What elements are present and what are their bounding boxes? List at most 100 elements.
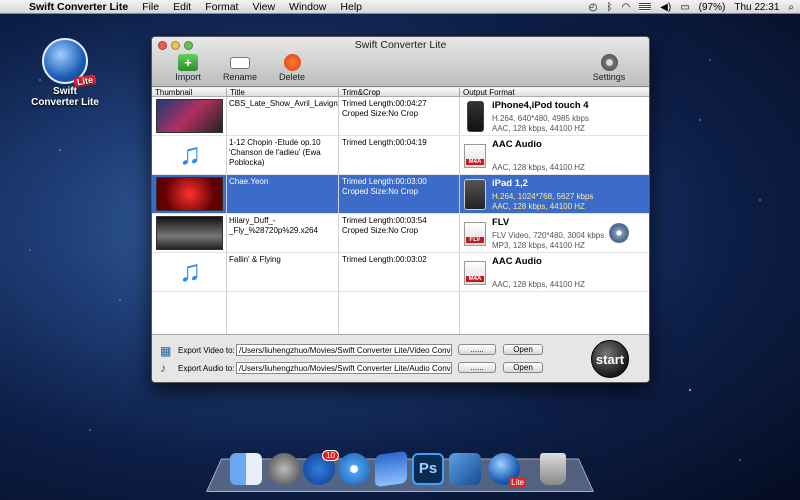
gear-icon[interactable] bbox=[609, 223, 629, 243]
export-audio-label: Export Audio to: bbox=[178, 364, 235, 373]
trim-length: Trimed Length:00:03:00 bbox=[342, 177, 427, 186]
safari-icon[interactable] bbox=[338, 453, 370, 485]
delete-label: Delete bbox=[278, 72, 305, 82]
output-format-name: iPad 1,2 bbox=[492, 178, 528, 189]
app-window: Swift Converter Lite + Import Rename Del… bbox=[151, 36, 650, 383]
col-thumbnail[interactable]: Thumbnail bbox=[152, 88, 227, 97]
browse-video-button[interactable]: ...... bbox=[458, 344, 496, 355]
col-trim[interactable]: Trim&Crop bbox=[339, 88, 460, 97]
clock[interactable]: Thu 22:31 bbox=[734, 2, 779, 13]
row-title: Fallin' & Flying bbox=[227, 253, 339, 291]
bluetooth-icon[interactable]: ᛒ bbox=[606, 2, 612, 13]
trim-length: Trimed Length:00:04:19 bbox=[342, 138, 427, 147]
browse-audio-button[interactable]: ...... bbox=[458, 362, 496, 373]
menu-file[interactable]: File bbox=[135, 1, 166, 13]
desktop-icon-label: Swift Converter Lite bbox=[31, 86, 99, 108]
video-thumbnail bbox=[156, 177, 223, 211]
menu-view[interactable]: View bbox=[245, 1, 282, 13]
row-title: Chae.Yeon bbox=[227, 175, 339, 213]
time-machine-icon[interactable]: ◴ bbox=[589, 2, 598, 13]
notification-badge: 10 bbox=[322, 450, 339, 461]
start-button[interactable]: start bbox=[591, 340, 629, 378]
spotlight-icon[interactable]: ⌕ bbox=[788, 2, 794, 13]
menu-format[interactable]: Format bbox=[198, 1, 245, 13]
export-video-path[interactable]: /Users/liuhengzhuo/Movies/Swift Converte… bbox=[236, 344, 452, 356]
menu-bar: Swift Converter Lite File Edit Format Vi… bbox=[0, 0, 800, 14]
crop-size: Croped Size:No Crop bbox=[342, 226, 419, 235]
output-audio-spec: AAC, 128 kbps, 44100 HZ bbox=[492, 202, 585, 211]
row-title: CBS_Late_Show_Avril_Lavigne_When_You_are… bbox=[227, 97, 339, 135]
table-row[interactable]: ♫ Fallin' & Flying Trimed Length:00:03:0… bbox=[152, 253, 649, 292]
output-format-name: AAC Audio bbox=[492, 256, 542, 267]
col-title[interactable]: Title bbox=[227, 88, 339, 97]
export-audio-path[interactable]: /Users/liuhengzhuo/Movies/Swift Converte… bbox=[236, 362, 452, 374]
window-title: Swift Converter Lite bbox=[354, 39, 447, 51]
photoshop-icon[interactable]: Ps bbox=[412, 453, 444, 485]
output-format-name: iPhone4,iPod touch 4 bbox=[492, 100, 589, 111]
trim-length: Trimed Length:00:03:54 bbox=[342, 216, 427, 225]
finder-icon[interactable] bbox=[230, 453, 262, 485]
open-audio-button[interactable]: Open bbox=[503, 362, 543, 373]
output-audio-spec: MP3, 128 kbps, 44100 HZ bbox=[492, 241, 585, 250]
wifi-icon[interactable]: ◠ bbox=[621, 2, 630, 13]
crop-size: Croped Size:No Crop bbox=[342, 187, 419, 196]
row-title: 1-12 Chopin -Etude op.10 'Chanson de l'a… bbox=[227, 136, 339, 174]
output-audio-spec: AAC, 128 kbps, 44100 HZ bbox=[492, 280, 585, 289]
row-title: Hilary_Duff_-_Fly_%28720p%29.x264 bbox=[227, 214, 339, 252]
iphone-icon bbox=[467, 101, 484, 132]
output-video-spec: FLV Video, 720*480, 3004 kbps bbox=[492, 231, 605, 240]
swift-converter-dock-icon[interactable]: Lite bbox=[488, 453, 526, 487]
rename-button[interactable]: Rename bbox=[222, 54, 258, 82]
table-header: Thumbnail Title Trim&Crop Output Format bbox=[152, 88, 649, 97]
output-audio-spec: AAC, 128 kbps, 44100 HZ bbox=[492, 163, 585, 172]
video-thumbnail bbox=[156, 99, 223, 133]
preview-icon[interactable] bbox=[375, 450, 407, 488]
open-video-button[interactable]: Open bbox=[503, 344, 543, 355]
col-output[interactable]: Output Format bbox=[460, 88, 649, 97]
video-thumbnail bbox=[156, 216, 223, 250]
desktop-app-icon[interactable]: Lite Swift Converter Lite bbox=[30, 38, 100, 108]
music-note-icon: ♫ bbox=[178, 138, 202, 171]
export-video-label: Export Video to: bbox=[178, 346, 235, 355]
battery-percent: (97%) bbox=[698, 1, 726, 13]
trim-length: Trimed Length:00:04:27 bbox=[342, 99, 427, 108]
rename-label: Rename bbox=[222, 72, 258, 82]
title-bar: Swift Converter Lite + Import Rename Del… bbox=[152, 37, 649, 87]
battery-icon[interactable]: ▭ bbox=[680, 2, 689, 13]
table-row[interactable]: Hilary_Duff_-_Fly_%28720p%29.x264 Trimed… bbox=[152, 214, 649, 253]
export-panel: ▦ Export Video to: /Users/liuhengzhuo/Mo… bbox=[152, 334, 649, 382]
launchpad-icon[interactable] bbox=[268, 453, 300, 485]
file-table: CBS_Late_Show_Avril_Lavigne_When_You_are… bbox=[152, 97, 649, 334]
table-row-selected[interactable]: Chae.Yeon Trimed Length:00:03:00 Croped S… bbox=[152, 175, 649, 214]
trim-length: Trimed Length:00:03:02 bbox=[342, 255, 427, 264]
menu-window[interactable]: Window bbox=[282, 1, 333, 13]
output-video-spec: H.264, 1024*768, 5627 kbps bbox=[492, 192, 594, 201]
settings-button[interactable]: Settings bbox=[591, 54, 627, 82]
table-row[interactable]: CBS_Late_Show_Avril_Lavigne_When_You_are… bbox=[152, 97, 649, 136]
delete-button[interactable]: Delete bbox=[274, 54, 310, 82]
volume-icon[interactable]: ◀) bbox=[660, 2, 671, 13]
menu-app-name[interactable]: Swift Converter Lite bbox=[22, 1, 135, 13]
app-store-icon[interactable]: 10 bbox=[303, 450, 339, 485]
xcode-icon[interactable] bbox=[449, 453, 481, 485]
crop-size: Croped Size:No Crop bbox=[342, 109, 419, 118]
import-button[interactable]: + Import bbox=[170, 54, 206, 82]
film-icon: ▦ bbox=[160, 344, 172, 358]
settings-label: Settings bbox=[592, 72, 626, 82]
output-audio-spec: AAC, 128 kbps, 44100 HZ bbox=[492, 124, 585, 133]
ipad-icon bbox=[464, 179, 486, 210]
music-note-icon: ♪ bbox=[160, 361, 166, 375]
menu-help[interactable]: Help bbox=[333, 1, 369, 13]
swift-converter-icon: Lite bbox=[42, 38, 97, 88]
music-note-icon: ♫ bbox=[178, 255, 202, 288]
lite-badge: Lite bbox=[509, 478, 526, 487]
flag-icon[interactable] bbox=[639, 3, 652, 11]
menu-edit[interactable]: Edit bbox=[166, 1, 198, 13]
table-row[interactable]: ♫ 1-12 Chopin -Etude op.10 'Chanson de l… bbox=[152, 136, 649, 175]
trash-icon[interactable] bbox=[540, 453, 566, 485]
output-format-name: AAC Audio bbox=[492, 139, 542, 150]
m4a-icon: M4A bbox=[464, 261, 486, 285]
empty-row bbox=[152, 292, 649, 334]
flv-icon: FLV bbox=[464, 222, 486, 246]
output-video-spec: H.264, 640*480, 4985 kbps bbox=[492, 114, 589, 123]
